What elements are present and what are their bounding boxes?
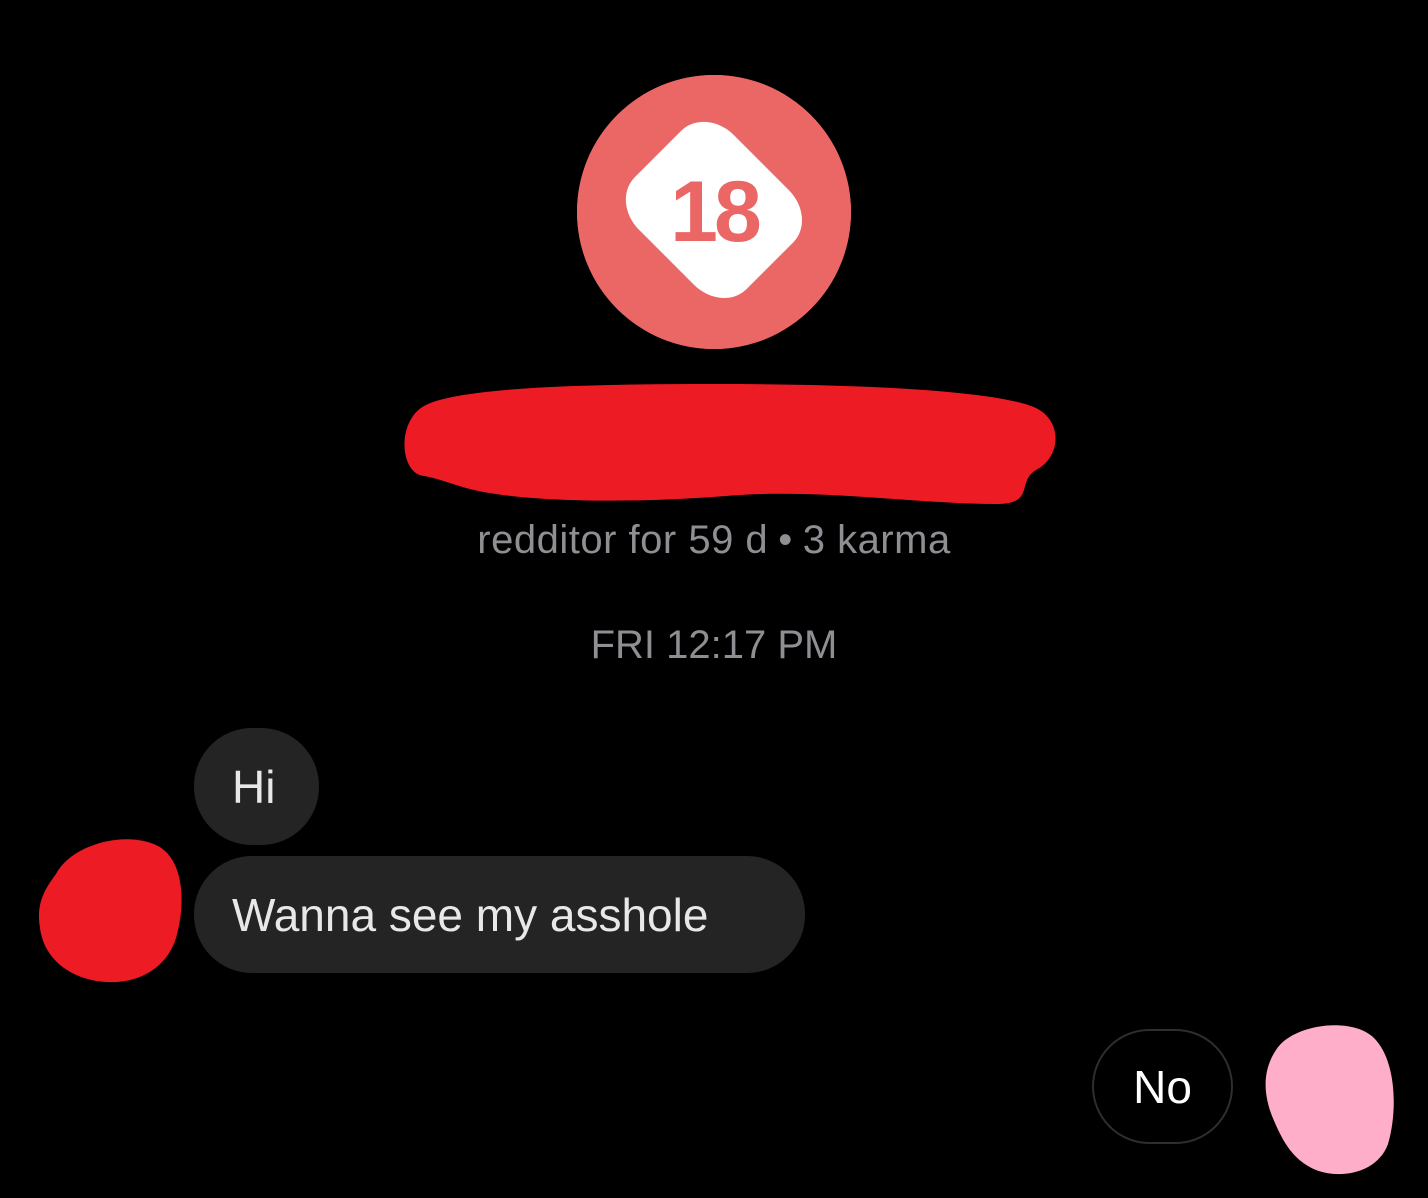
username-redaction [404, 384, 1056, 504]
message-text: Hi [232, 760, 276, 813]
incoming-message-bubble[interactable]: Hi [194, 728, 319, 845]
profile-avatar[interactable]: 18 [577, 75, 851, 349]
profile-meta: redditor for 59 d • 3 karma [0, 518, 1428, 563]
sender-avatar-redaction [38, 839, 182, 983]
my-avatar-redaction [1265, 1025, 1394, 1175]
karma-count: 3 karma [802, 518, 951, 562]
message-text: No [1133, 1060, 1192, 1113]
message-text: Wanna see my asshole [232, 888, 709, 941]
incoming-message-bubble[interactable]: Wanna see my asshole [194, 856, 805, 973]
avatar-label: 18 [670, 163, 762, 260]
chat-screen: 18 redditor for 59 d • 3 karma FRI 12:17 P… [0, 0, 1428, 1198]
message-timestamp: FRI 12:17 PM [590, 623, 838, 667]
account-age: redditor for 59 d [477, 518, 769, 562]
meta-separator: • [778, 518, 793, 562]
outgoing-message-bubble[interactable]: No [1092, 1029, 1233, 1144]
